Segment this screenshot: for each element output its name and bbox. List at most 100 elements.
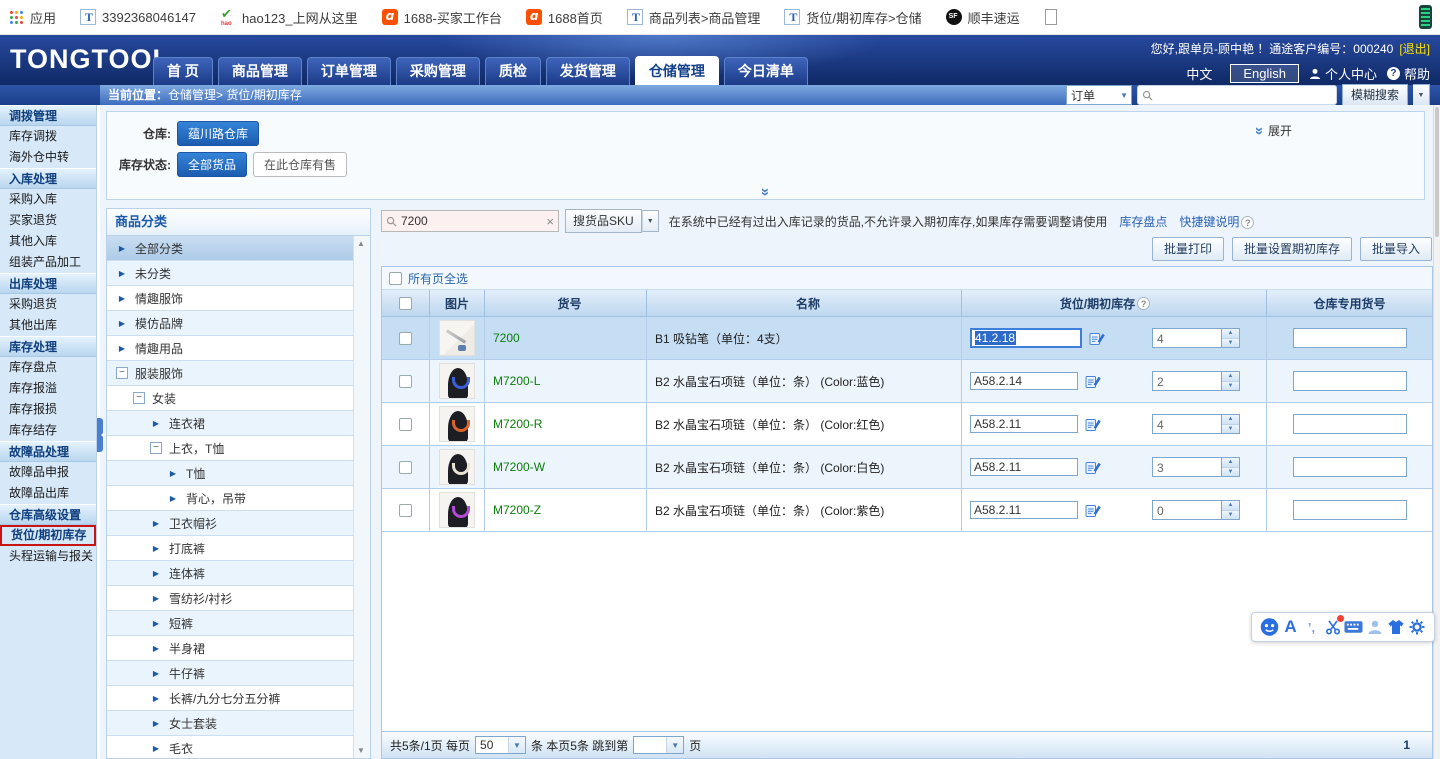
tree-toggle-icon[interactable]	[150, 717, 162, 729]
search-sku-button[interactable]: 搜货品SKU	[565, 209, 642, 233]
tree-toggle-icon[interactable]	[150, 517, 162, 529]
category-tree-item[interactable]: 全部分类	[107, 236, 353, 261]
location-input[interactable]: 41.2.18	[970, 328, 1082, 348]
quantity-stepper[interactable]: 3 ▲ ▼	[1152, 457, 1240, 477]
warehouse-sku-input[interactable]	[1293, 500, 1407, 520]
quantity-stepper[interactable]: 2 ▲ ▼	[1152, 371, 1240, 391]
tree-toggle-icon[interactable]	[116, 292, 128, 304]
ime-punctuation-icon[interactable]: ’,	[1302, 616, 1321, 638]
category-tree-item[interactable]: 牛仔裤	[107, 661, 353, 686]
category-tree-item[interactable]: 未分类	[107, 261, 353, 286]
global-search-input[interactable]	[1137, 85, 1337, 105]
sidebar-item[interactable]: 其他出库	[0, 315, 96, 336]
category-tree-item[interactable]: 情趣服饰	[107, 286, 353, 311]
quantity-stepper[interactable]: 4 ▲ ▼	[1152, 414, 1240, 434]
warehouse-sku-input[interactable]	[1293, 414, 1407, 434]
ime-keyboard-icon[interactable]	[1344, 616, 1363, 638]
category-tree-item[interactable]: 卫衣帽衫	[107, 511, 353, 536]
bookmark-item[interactable]: hao123_上网从这里	[220, 8, 358, 27]
sidebar-item[interactable]: 故障品申报	[0, 462, 96, 483]
category-tree-item[interactable]: 毛衣	[107, 736, 353, 758]
sidebar-item[interactable]: 库存报溢	[0, 378, 96, 399]
lang-en-button[interactable]: English	[1230, 64, 1299, 83]
ime-language-mode-icon[interactable]: A	[1281, 616, 1300, 638]
batch-import-button[interactable]: 批量导入	[1360, 237, 1432, 261]
warehouse-sku-input[interactable]	[1293, 328, 1407, 348]
nav-tab[interactable]: 商品管理	[218, 57, 302, 85]
tree-toggle-icon[interactable]	[167, 492, 179, 504]
tree-toggle-icon[interactable]	[167, 467, 179, 479]
sidebar-item[interactable]: 库存结存	[0, 420, 96, 441]
page-size-select[interactable]: 50▼	[475, 736, 526, 754]
stepper-down-icon[interactable]: ▼	[1222, 339, 1239, 348]
browser-scrollbar[interactable]	[1433, 105, 1440, 759]
category-tree-item[interactable]: 情趣用品	[107, 336, 353, 361]
tree-toggle-icon[interactable]	[150, 417, 162, 429]
sidebar-item[interactable]: 其他入库	[0, 231, 96, 252]
nav-tab[interactable]: 仓储管理	[635, 56, 719, 85]
sidebar-item[interactable]: 仓库高级设置	[0, 504, 96, 525]
sidebar-item[interactable]: 买家退货	[0, 210, 96, 231]
product-image[interactable]	[439, 363, 475, 399]
fuzzy-search-button[interactable]: 模糊搜索	[1342, 84, 1408, 106]
jump-page-select[interactable]: ▼	[633, 736, 684, 754]
status-onsale-button[interactable]: 在此仓库有售	[253, 152, 347, 177]
tree-toggle-icon[interactable]	[150, 442, 162, 454]
sidebar-item[interactable]: 采购退货	[0, 294, 96, 315]
edit-icon[interactable]	[1085, 373, 1101, 389]
location-input[interactable]: A58.2.11	[970, 458, 1078, 476]
lang-zh-button[interactable]: 中文	[1178, 63, 1220, 84]
screenshot-scissors-icon[interactable]	[1323, 616, 1342, 638]
sidebar-item[interactable]: 组装产品加工	[0, 252, 96, 273]
search-sku-dropdown[interactable]: ▼	[642, 210, 659, 232]
sidebar-item[interactable]: 库存调拨	[0, 126, 96, 147]
bookmark-item[interactable]: 商品列表>商品管理	[627, 8, 761, 27]
header-checkbox[interactable]	[399, 297, 412, 310]
tree-toggle-icon[interactable]	[150, 667, 162, 679]
stepper-up-icon[interactable]: ▲	[1222, 458, 1239, 468]
quantity-stepper[interactable]: 4 ▲ ▼	[1152, 328, 1240, 348]
sogou-logo-icon[interactable]	[1260, 616, 1279, 638]
category-tree-item[interactable]: 半身裙	[107, 636, 353, 661]
edit-icon[interactable]	[1085, 502, 1101, 518]
nav-tab[interactable]: 首 页	[153, 57, 213, 85]
tree-toggle-icon[interactable]	[150, 692, 162, 704]
row-checkbox[interactable]	[399, 504, 412, 517]
tree-toggle-icon[interactable]	[150, 642, 162, 654]
ime-skin-icon[interactable]	[1386, 616, 1405, 638]
sidebar-item[interactable]: 库存报损	[0, 399, 96, 420]
nav-tab[interactable]: 今日清单	[724, 57, 808, 85]
expand-toggle[interactable]: » 展开	[1255, 122, 1292, 139]
stepper-down-icon[interactable]: ▼	[1222, 468, 1239, 477]
browser-extension-icon[interactable]	[1419, 5, 1432, 29]
sidebar-collapse-handle[interactable]	[97, 418, 103, 452]
personal-center-link[interactable]: 个人中心	[1309, 64, 1377, 83]
ime-settings-gear-icon[interactable]	[1407, 616, 1426, 638]
warehouse-filter-button[interactable]: 蕴川路仓库	[177, 121, 259, 146]
category-tree-item[interactable]: 女装	[107, 386, 353, 411]
sidebar-item[interactable]: 货位/期初库存	[0, 525, 96, 546]
sidebar-item[interactable]: 调拨管理	[0, 105, 96, 126]
tree-toggle-icon[interactable]	[150, 617, 162, 629]
stepper-up-icon[interactable]: ▲	[1222, 329, 1239, 339]
sidebar-item[interactable]: 海外仓中转	[0, 147, 96, 168]
location-input[interactable]: A58.2.11	[970, 415, 1078, 433]
stepper-down-icon[interactable]: ▼	[1222, 425, 1239, 434]
sku-search-input[interactable]: 7200 ×	[381, 210, 559, 232]
clear-search-icon[interactable]: ×	[546, 214, 554, 229]
batch-set-initial-stock-button[interactable]: 批量设置期初库存	[1232, 237, 1352, 261]
row-checkbox[interactable]	[399, 418, 412, 431]
help-link[interactable]: ? 帮助	[1387, 64, 1430, 83]
category-tree-item[interactable]: T恤	[107, 461, 353, 486]
tree-toggle-icon[interactable]	[150, 742, 162, 754]
tree-toggle-icon[interactable]	[150, 567, 162, 579]
category-tree-item[interactable]: 女士套装	[107, 711, 353, 736]
category-tree-item[interactable]: 短裤	[107, 611, 353, 636]
category-tree-item[interactable]: 长裤/九分七分五分裤	[107, 686, 353, 711]
search-category-select[interactable]: 订单▼	[1066, 85, 1132, 105]
tree-toggle-icon[interactable]	[116, 367, 128, 379]
tree-toggle-icon[interactable]	[150, 542, 162, 554]
category-tree-item[interactable]: 服装服饰	[107, 361, 353, 386]
product-image[interactable]	[439, 492, 475, 528]
scroll-up-icon[interactable]: ▲	[357, 239, 365, 248]
